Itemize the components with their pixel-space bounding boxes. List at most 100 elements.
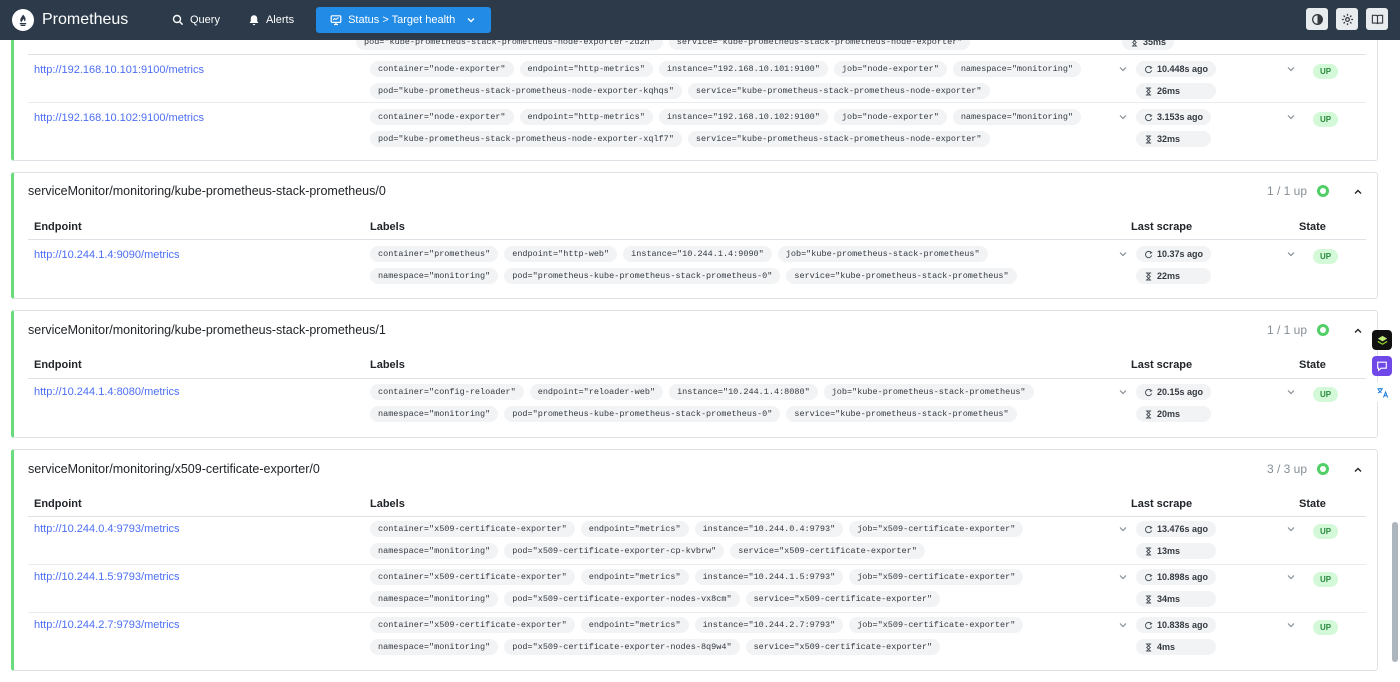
nav-query[interactable]: Query — [162, 7, 230, 33]
chat-icon — [1377, 361, 1387, 372]
label-chip: namespace="monitoring" — [370, 639, 499, 655]
endpoint-link[interactable]: http://10.244.2.7:9793/metrics — [34, 619, 180, 631]
label-chip: container="config-reloader" — [370, 384, 524, 400]
chevron-up-icon[interactable] — [1353, 326, 1363, 336]
column-labels: Labels — [370, 359, 405, 371]
scrape-ago: 20.15s ago — [1136, 384, 1212, 400]
scrape-duration: 13ms — [1136, 543, 1217, 559]
chevron-down-icon[interactable] — [1286, 620, 1296, 630]
up-count: 3 / 3 up — [1267, 462, 1329, 476]
chevron-down-icon[interactable] — [1118, 524, 1128, 534]
scrape-duration: 4ms — [1136, 639, 1217, 655]
table-row: http://10.244.1.4:9090/metrics container… — [28, 240, 1366, 288]
table-row: http://10.244.1.4:8080/metrics container… — [28, 379, 1366, 427]
nav-status-target-health[interactable]: Status > Target health — [316, 7, 492, 33]
label-chip: endpoint="http-metrics" — [519, 109, 653, 125]
label-chip: instance="10.244.1.5:9793" — [694, 569, 844, 585]
extension-translate-button[interactable] — [1372, 382, 1392, 402]
pool-title[interactable]: serviceMonitor/monitoring/x509-certifica… — [28, 462, 320, 476]
endpoint-link[interactable]: http://10.244.1.4:8080/metrics — [34, 386, 180, 398]
status-badge: UP — [1313, 524, 1339, 539]
layers-icon — [1377, 335, 1387, 345]
chevron-down-icon[interactable] — [1286, 64, 1296, 74]
theme-toggle-button[interactable] — [1306, 8, 1328, 30]
last-scrape: 10.898s ago 34ms — [1136, 569, 1217, 613]
column-last-scrape: Last scrape — [1131, 359, 1193, 371]
label-chip: pod="prometheus-kube-prometheus-stack-pr… — [504, 406, 781, 422]
chevron-down-icon[interactable] — [1286, 524, 1296, 534]
pool-title[interactable]: serviceMonitor/monitoring/kube-prometheu… — [28, 323, 386, 337]
labels-list: container="node-exporter" endpoint="http… — [370, 109, 1110, 147]
pool-card-prometheus-0: serviceMonitor/monitoring/kube-prometheu… — [11, 172, 1378, 299]
label-chip: endpoint="reloader-web" — [529, 384, 664, 400]
label-chip: service="x509-certificate-exporter" — [730, 543, 925, 559]
label-chip: instance="10.244.0.4:9793" — [694, 521, 844, 537]
pool-title[interactable]: serviceMonitor/monitoring/kube-prometheu… — [28, 184, 386, 198]
label-chip: pod="kube-prometheus-stack-prometheus-no… — [370, 131, 682, 147]
column-labels: Labels — [370, 221, 405, 233]
book-icon — [1371, 14, 1383, 24]
health-dot-icon — [1317, 324, 1329, 336]
endpoint-link[interactable]: http://10.244.1.4:9090/metrics — [34, 249, 180, 261]
label-chip: service="kube-prometheus-stack-prometheu… — [687, 131, 990, 147]
label-chip: service="kube-prometheus-stack-prometheu… — [786, 406, 1017, 422]
chevron-down-icon[interactable] — [1118, 572, 1128, 582]
endpoint-link[interactable]: http://10.244.1.5:9793/metrics — [34, 571, 180, 583]
label-chip: pod="prometheus-kube-prometheus-stack-pr… — [504, 268, 781, 284]
chevron-down-icon[interactable] — [1286, 387, 1296, 397]
endpoint-link[interactable]: http://192.168.10.101:9100/metrics — [34, 64, 204, 76]
gear-icon — [1341, 13, 1353, 25]
hourglass-icon — [1145, 271, 1152, 281]
label-chip: endpoint="http-web" — [504, 246, 618, 262]
chevron-up-icon[interactable] — [1353, 465, 1363, 475]
label-chip: job="node-exporter" — [833, 109, 947, 125]
chevron-up-icon[interactable] — [1353, 187, 1363, 197]
refresh-icon — [1145, 113, 1153, 121]
chevron-down-icon[interactable] — [1118, 64, 1128, 74]
up-count: 1 / 1 up — [1267, 184, 1329, 198]
extension-layers-button[interactable] — [1372, 330, 1392, 350]
chevron-down-icon[interactable] — [1118, 620, 1128, 630]
hourglass-icon — [1145, 594, 1152, 604]
scrape-duration: 22ms — [1136, 268, 1212, 284]
endpoint-link[interactable]: http://192.168.10.102:9100/metrics — [34, 112, 204, 124]
scrape-duration: 34ms — [1136, 591, 1217, 607]
chevron-down-icon[interactable] — [1118, 387, 1128, 397]
label-chip: pod="kube-prometheus-stack-prometheus-no… — [370, 83, 682, 99]
last-scrape: 20.15s ago 20ms — [1136, 384, 1212, 428]
column-state: State — [1299, 498, 1326, 510]
label-chip: job="x509-certificate-exporter" — [849, 569, 1024, 585]
chevron-down-icon[interactable] — [1286, 249, 1296, 259]
label-chip: instance="10.244.1.4:9090" — [623, 246, 772, 262]
extension-chat-button[interactable] — [1372, 356, 1392, 376]
chevron-down-icon[interactable] — [1118, 112, 1128, 122]
chevron-down-icon[interactable] — [1118, 249, 1128, 259]
nav-alerts[interactable]: Alerts — [238, 7, 304, 33]
scrape-ago: 13.476s ago — [1136, 521, 1217, 537]
documentation-button[interactable] — [1366, 8, 1388, 30]
hourglass-icon — [1145, 86, 1152, 96]
health-dot-icon — [1317, 463, 1329, 475]
hourglass-icon — [1145, 546, 1152, 556]
chevron-down-icon[interactable] — [1286, 112, 1296, 122]
label-chip: namespace="monitoring" — [952, 109, 1082, 125]
labels-list: container="config-reloader" endpoint="re… — [370, 384, 1110, 422]
label-chip: job="x509-certificate-exporter" — [849, 617, 1024, 633]
scrape-ago: 3.153s ago — [1136, 109, 1212, 125]
scrape-ago: 10.448s ago — [1136, 61, 1217, 77]
pool-card-x509: serviceMonitor/monitoring/x509-certifica… — [11, 449, 1378, 671]
endpoint-link[interactable]: http://10.244.0.4:9793/metrics — [34, 523, 180, 535]
table-row: http://192.168.10.101:9100/metrics conta… — [28, 55, 1366, 103]
top-navbar: Prometheus Query Alerts Status > Target … — [0, 0, 1400, 40]
column-last-scrape: Last scrape — [1131, 221, 1193, 233]
chevron-down-icon[interactable] — [1286, 572, 1296, 582]
translate-icon — [1376, 387, 1388, 398]
page-scrollbar[interactable] — [1392, 522, 1398, 662]
label-chip: pod="x509-certificate-exporter-nodes-8q9… — [504, 639, 740, 655]
scrape-ago: 10.37s ago — [1136, 246, 1212, 262]
label-chip: endpoint="metrics" — [580, 569, 689, 585]
brand[interactable]: Prometheus — [12, 9, 152, 31]
refresh-icon — [1145, 621, 1153, 629]
labels-list: container="x509-certificate-exporter" en… — [370, 569, 1110, 607]
settings-button[interactable] — [1336, 8, 1358, 30]
